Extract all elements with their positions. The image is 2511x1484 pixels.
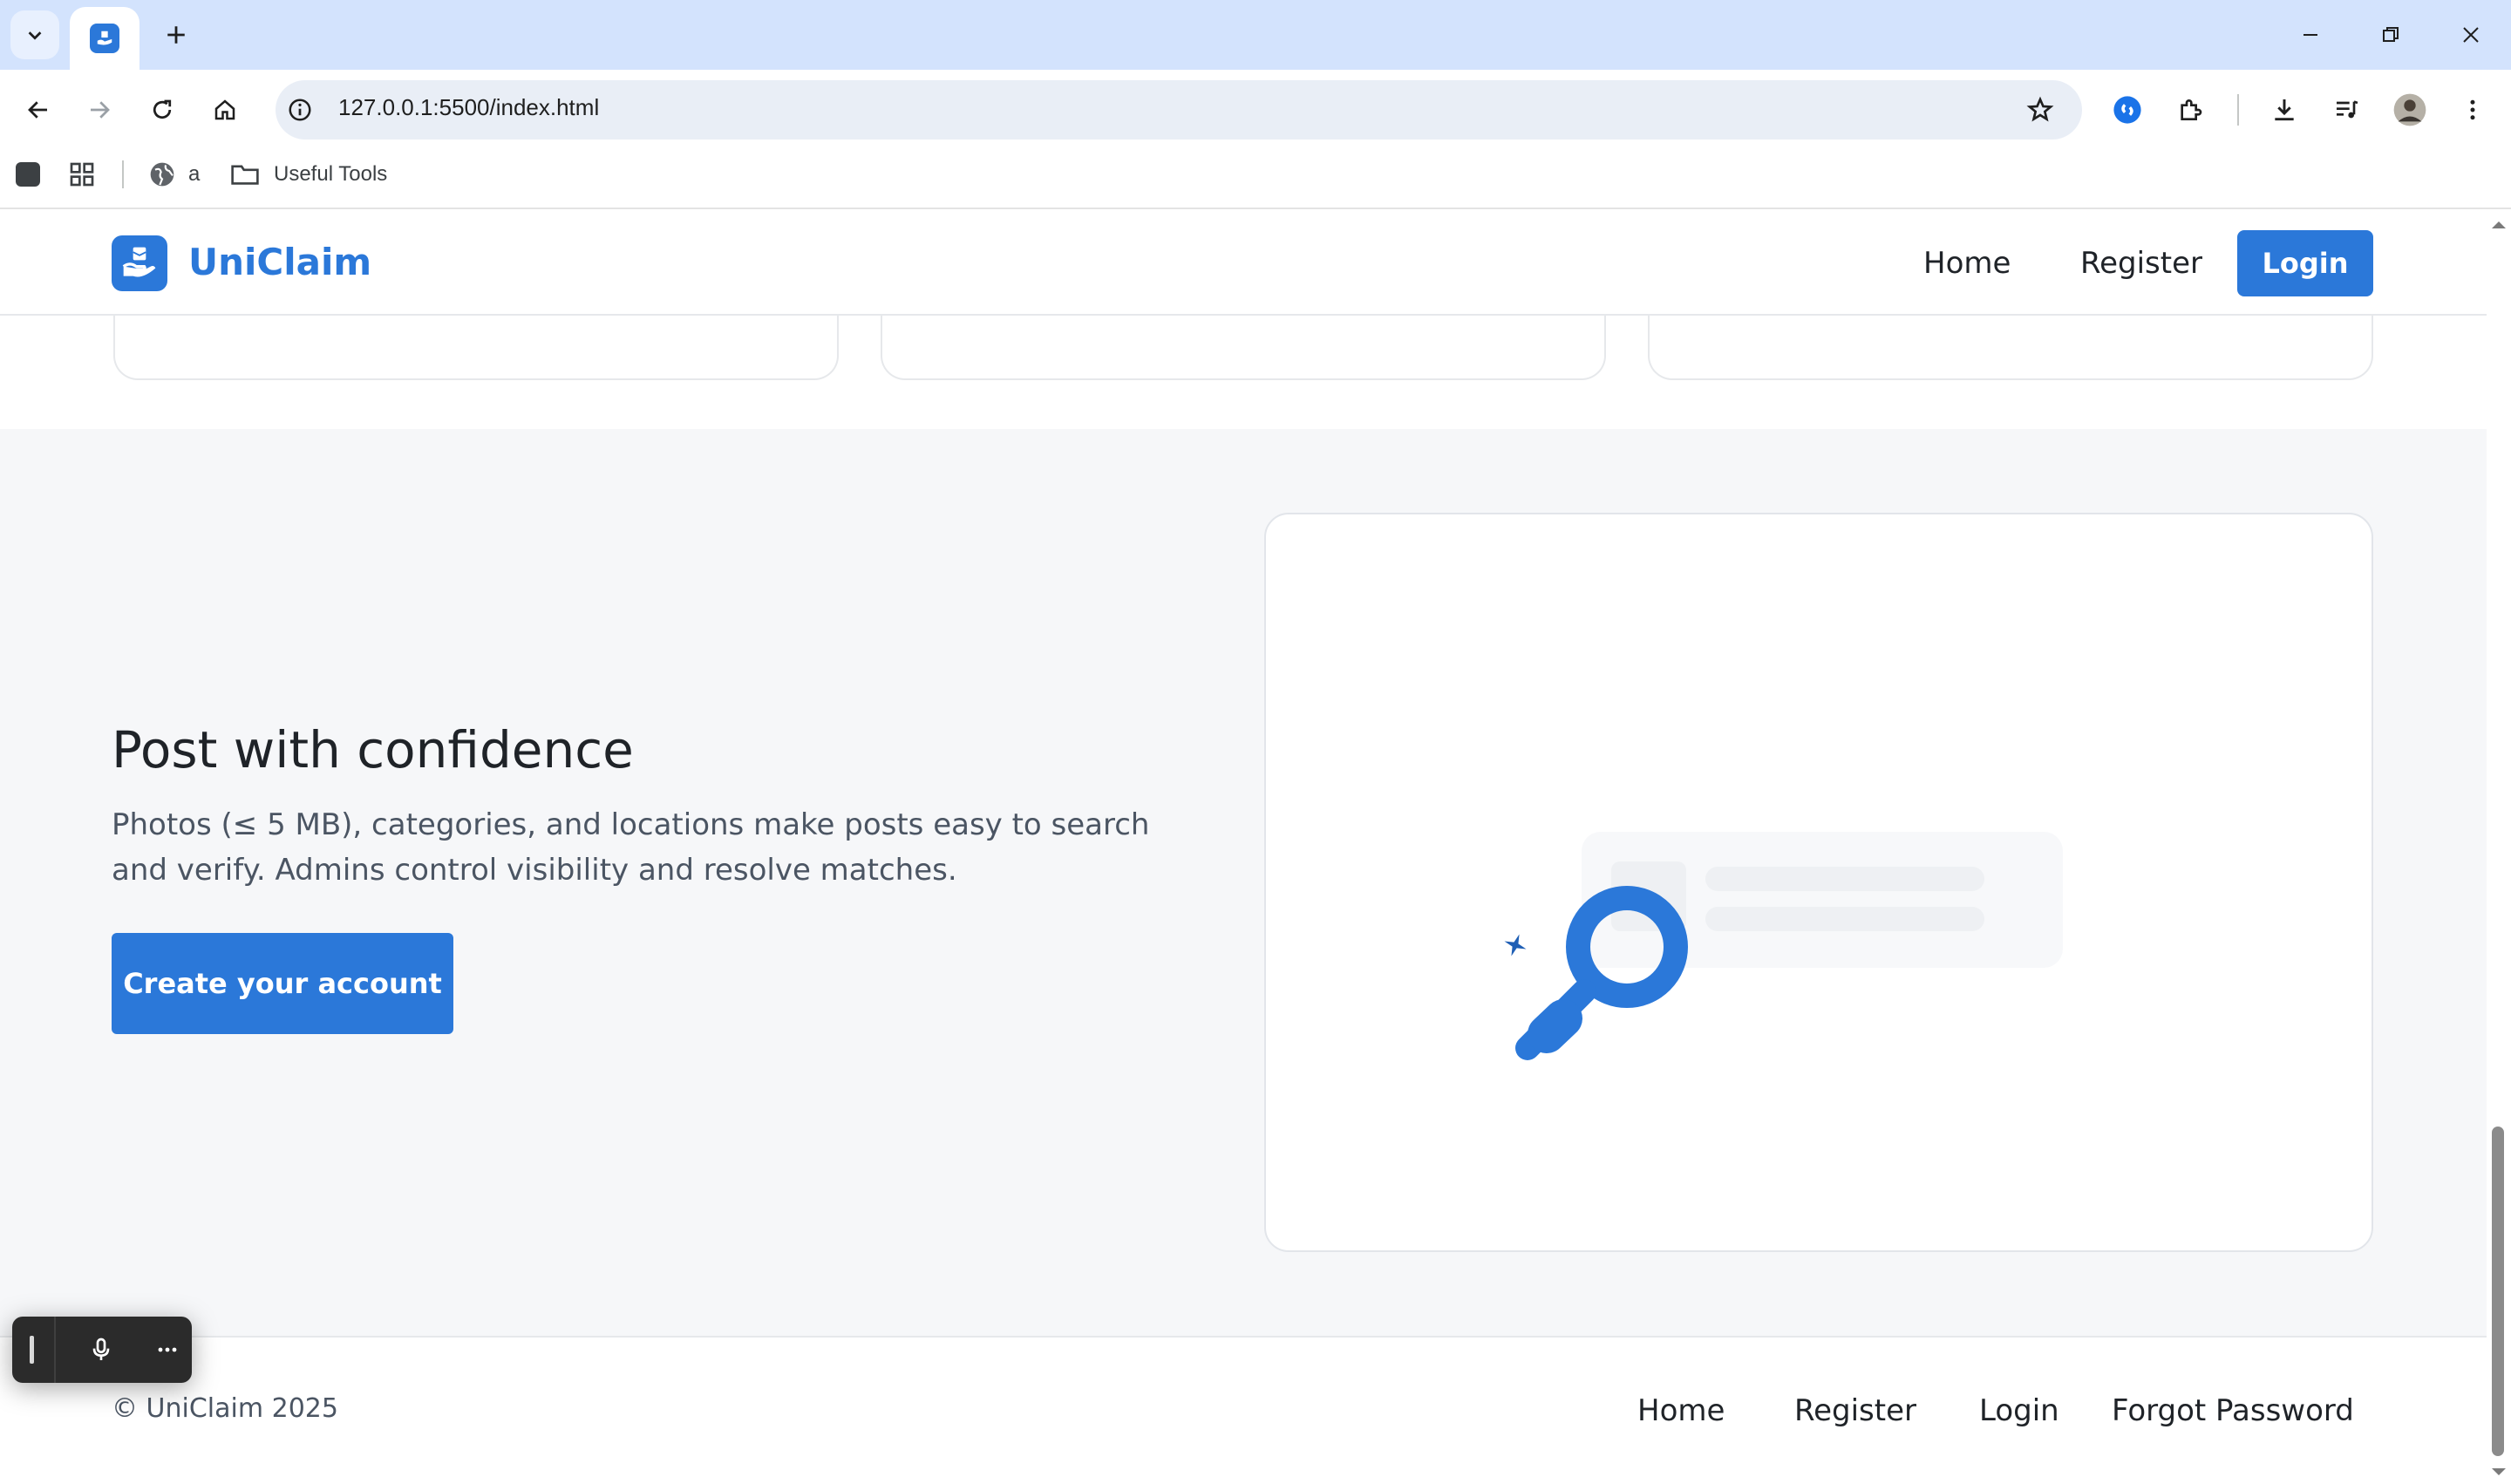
login-button[interactable]: Login (2237, 230, 2373, 296)
puzzle-icon (2181, 99, 2202, 120)
avatar-icon (2393, 93, 2426, 126)
footer-home-link[interactable]: Home (1637, 1393, 1725, 1428)
forward-button[interactable] (78, 89, 120, 131)
illustration-card (1264, 513, 2373, 1252)
close-window-button[interactable] (2445, 12, 2497, 58)
arrow-right-icon (91, 101, 110, 119)
bookmark-useful-tools[interactable]: Useful Tools (274, 162, 387, 187)
back-button[interactable] (17, 89, 59, 131)
browser-tab-bar (0, 0, 2511, 70)
reload-icon (153, 99, 172, 119)
restore-icon (2383, 27, 2399, 42)
arrow-left-icon (28, 101, 47, 119)
footer-copyright: © UniClaim 2025 (112, 1393, 338, 1424)
home-icon (214, 99, 235, 120)
bookmarks-divider (122, 160, 124, 188)
download-icon (2275, 99, 2294, 121)
home-button[interactable] (204, 89, 246, 131)
new-tab-button[interactable] (157, 16, 195, 54)
active-tab[interactable] (70, 7, 140, 70)
address-url[interactable]: 127.0.0.1:5500/index.html (338, 94, 599, 121)
site-header: UniClaim Home Register Login (0, 211, 2487, 316)
tab-favicon-icon (90, 24, 119, 53)
minimize-button[interactable] (2284, 12, 2337, 58)
magnifier-search-icon (1515, 832, 2063, 1060)
bookmark-star-button[interactable] (2019, 89, 2061, 131)
star-icon (2026, 96, 2054, 122)
widget-divider (54, 1317, 56, 1383)
brand-name[interactable]: UniClaim (188, 241, 371, 283)
footer-forgot-password-link[interactable]: Forgot Password (2112, 1393, 2354, 1428)
restore-button[interactable] (2365, 12, 2417, 58)
minimize-icon (2303, 34, 2317, 36)
footer-register-link[interactable]: Register (1794, 1393, 1916, 1428)
chevron-down-icon (28, 31, 42, 40)
section-description: Photos (≤ 5 MB), categories, and locatio… (112, 807, 1150, 888)
playlist-music-icon (2337, 100, 2358, 119)
apps-grid-icon[interactable] (68, 160, 96, 192)
profile-avatar-button[interactable] (2389, 89, 2431, 131)
shazam-icon (2113, 96, 2141, 124)
page-viewport: UniClaim Home Register Login Post with c… (0, 211, 2487, 1484)
reload-button[interactable] (141, 89, 183, 131)
more-horizontal-icon[interactable] (153, 1336, 181, 1364)
plus-icon (167, 26, 185, 44)
site-info-icon[interactable] (282, 92, 317, 127)
footer-login-link[interactable]: Login (1979, 1393, 2059, 1428)
nav-register-link[interactable]: Register (2080, 246, 2202, 281)
section-title: Post with confidence (112, 720, 634, 779)
scroll-up-arrow-icon[interactable] (2487, 216, 2511, 234)
nav-home-link[interactable]: Home (1923, 246, 2011, 281)
shazam-extension-button[interactable] (2106, 89, 2148, 131)
folder-icon (230, 160, 260, 192)
bookmark-a[interactable]: a (188, 162, 200, 187)
close-icon (2463, 27, 2479, 43)
create-account-button[interactable]: Create your account (112, 933, 453, 1034)
voice-dictation-widget (12, 1317, 192, 1383)
microphone-icon[interactable] (87, 1334, 115, 1365)
more-vert-icon (2470, 99, 2475, 120)
globe-icon (148, 160, 176, 192)
drag-handle[interactable] (30, 1336, 34, 1364)
scroll-down-arrow-icon[interactable] (2487, 1463, 2511, 1481)
brand-logo-icon[interactable] (112, 235, 167, 291)
extensions-button[interactable] (2169, 89, 2211, 131)
downloads-button[interactable] (2263, 89, 2305, 131)
bookmark-app-icon[interactable] (16, 162, 40, 187)
toolbar-divider (2237, 94, 2239, 126)
sparkle-icon (1504, 934, 1527, 956)
media-control-button[interactable] (2326, 89, 2368, 131)
tab-search-button[interactable] (10, 10, 59, 59)
scrollbar-thumb[interactable] (2492, 1127, 2504, 1456)
browser-menu-button[interactable] (2452, 89, 2494, 131)
